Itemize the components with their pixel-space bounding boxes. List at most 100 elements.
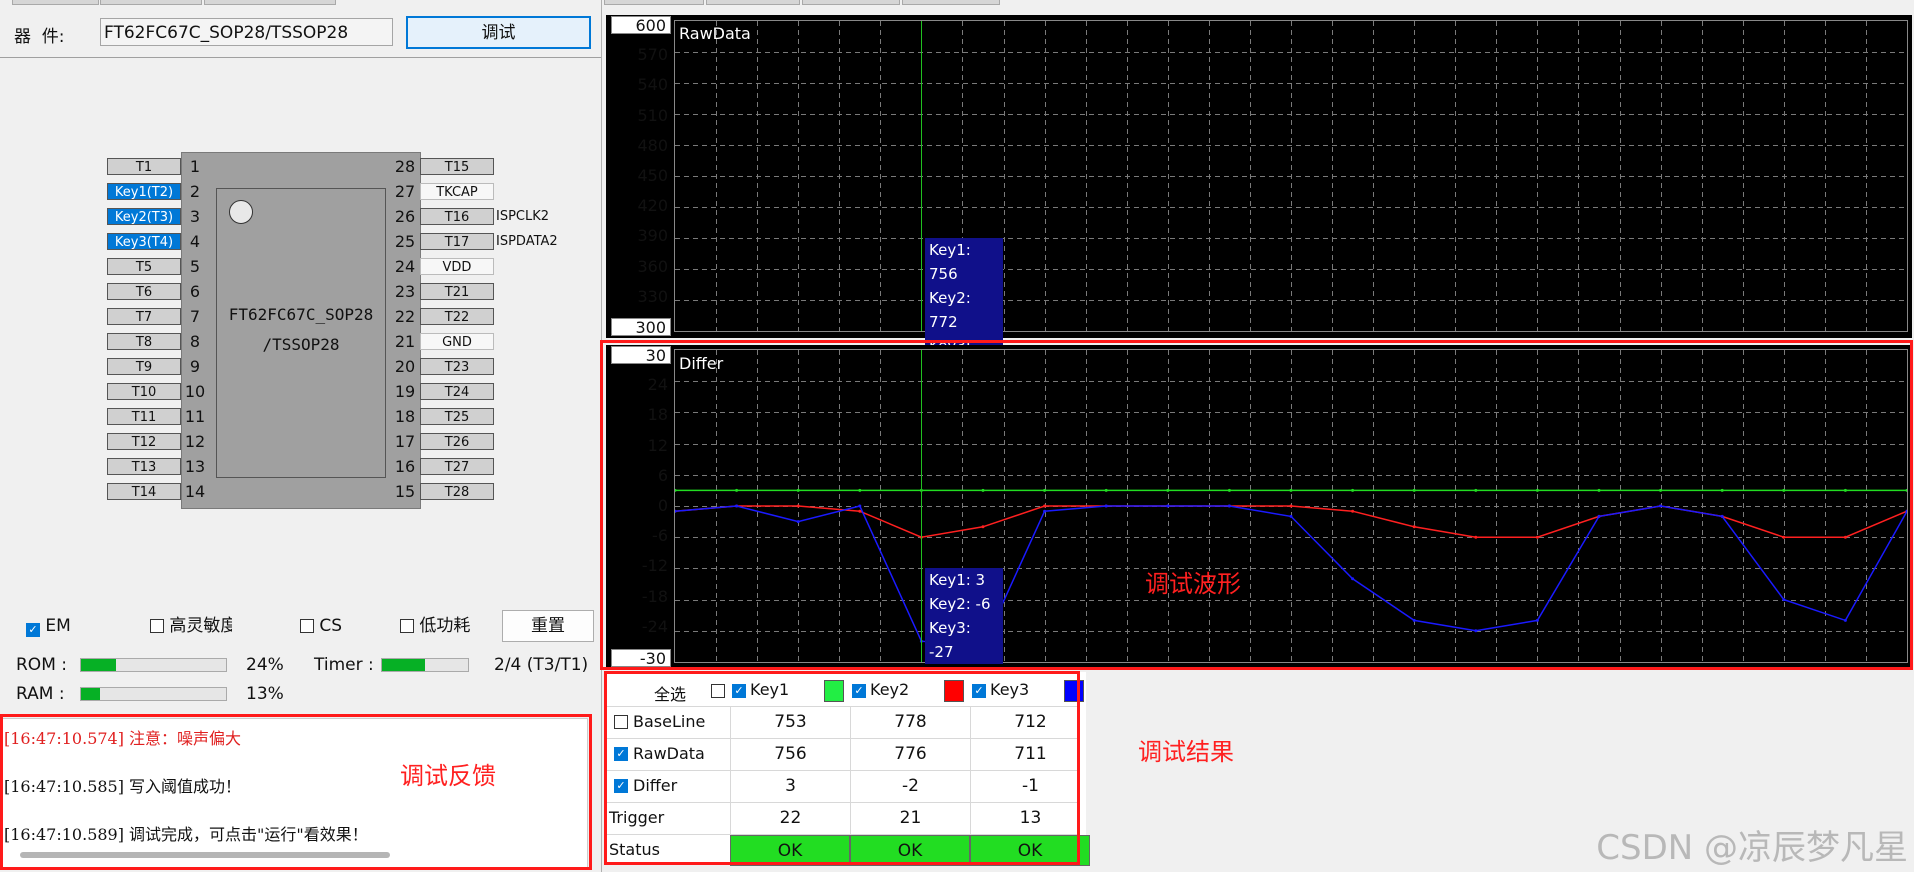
divider <box>0 57 601 58</box>
pin-number-24: 24 <box>394 257 416 276</box>
feedback-annotation: 调试反馈 <box>400 762 496 790</box>
pin-alt-function: ISPDATA2 <box>496 234 558 249</box>
pin-number-12: 12 <box>184 432 206 451</box>
raw-ymax-box[interactable]: 600 <box>611 16 671 34</box>
pin-left-4[interactable]: Key3(T4) <box>107 233 181 250</box>
pin-left-1[interactable]: T1 <box>107 158 181 175</box>
pin-number-8: 8 <box>189 332 201 351</box>
pin-left-11[interactable]: T11 <box>107 408 181 425</box>
timer-fill <box>382 659 425 671</box>
low-power-option[interactable]: 低功耗 <box>400 616 470 636</box>
pin-left-6[interactable]: T6 <box>107 283 181 300</box>
pin-number-4: 4 <box>189 232 201 251</box>
reset-button[interactable]: 重置 <box>502 610 594 642</box>
pin-right-17[interactable]: T26 <box>420 433 494 450</box>
ram-label: RAM : <box>16 684 65 704</box>
tab-strip-7[interactable] <box>902 0 1000 5</box>
chip-name: FT62FC67C_SOP28 /TSSOP28 <box>216 300 386 360</box>
high-sens-label: 高灵敏度 <box>169 616 232 636</box>
raw-y-tick: 420 <box>637 196 668 216</box>
cs-option[interactable]: CS <box>300 616 342 636</box>
device-field[interactable]: FT62FC67C_SOP28/TSSOP28 <box>100 18 393 46</box>
pin-number-19: 19 <box>394 382 416 401</box>
pin-right-23[interactable]: T21 <box>420 283 494 300</box>
raw-title: RawData <box>679 24 751 43</box>
pin-left-2[interactable]: Key1(T2) <box>107 183 181 200</box>
debug-button[interactable]: 调试 <box>406 16 591 49</box>
timer-label: Timer : <box>314 655 374 675</box>
low-power-checkbox[interactable] <box>400 619 414 633</box>
pin-right-18[interactable]: T25 <box>420 408 494 425</box>
pin-right-15[interactable]: T28 <box>420 483 494 500</box>
pin-right-28[interactable]: T15 <box>420 158 494 175</box>
high-sens-option[interactable]: 高灵敏度 <box>150 616 232 636</box>
pin-right-19[interactable]: T24 <box>420 383 494 400</box>
pin-left-8[interactable]: T8 <box>107 333 181 350</box>
result-highlight <box>604 671 1080 865</box>
tab-strip-3[interactable] <box>204 0 336 5</box>
rom-percent: 24% <box>246 655 284 675</box>
pin-left-14[interactable]: T14 <box>107 483 181 500</box>
ram-percent: 13% <box>246 684 284 704</box>
pin-left-10[interactable]: T10 <box>107 383 181 400</box>
raw-grid <box>675 21 1907 331</box>
pin-left-3[interactable]: Key2(T3) <box>107 208 181 225</box>
raw-y-tick: 510 <box>637 105 668 125</box>
raw-cursor-line <box>921 21 922 331</box>
result-annotation: 调试结果 <box>1138 738 1234 766</box>
pin-right-22[interactable]: T22 <box>420 308 494 325</box>
pin-number-1: 1 <box>189 157 201 176</box>
cs-label: CS <box>319 616 343 636</box>
raw-y-tick: 570 <box>637 45 668 65</box>
pin-number-15: 15 <box>394 482 416 501</box>
tab-strip-4[interactable] <box>604 0 704 5</box>
pin-right-24[interactable]: VDD <box>420 258 494 275</box>
pin-number-11: 11 <box>184 407 206 426</box>
timer-value: 2/4 (T3/T1) <box>494 655 589 675</box>
pin-left-7[interactable]: T7 <box>107 308 181 325</box>
tab-strip-2[interactable] <box>100 0 202 5</box>
cs-checkbox[interactable] <box>300 619 314 633</box>
pin-number-18: 18 <box>394 407 416 426</box>
pin-right-27[interactable]: TKCAP <box>420 183 494 200</box>
rom-bar <box>80 658 227 672</box>
tab-strip-6[interactable] <box>802 0 900 5</box>
device-label: 器 件: <box>14 27 65 47</box>
tab-strip-1[interactable] <box>12 0 99 5</box>
pin-number-10: 10 <box>184 382 206 401</box>
pin-number-23: 23 <box>394 282 416 301</box>
pin-number-22: 22 <box>394 307 416 326</box>
raw-y-tick: 330 <box>637 286 668 306</box>
chip-name-line1: FT62FC67C_SOP28 <box>228 305 374 324</box>
pin1-marker <box>229 200 253 224</box>
pin-right-21[interactable]: GND <box>420 333 494 350</box>
pin-number-7: 7 <box>189 307 201 326</box>
pin-left-12[interactable]: T12 <box>107 433 181 450</box>
raw-ymin-box[interactable]: 300 <box>611 318 671 336</box>
pin-number-20: 20 <box>394 357 416 376</box>
pin-alt-function: ISPCLK2 <box>496 209 550 224</box>
tab-strip-5[interactable] <box>706 0 800 5</box>
pin-left-5[interactable]: T5 <box>107 258 181 275</box>
pin-number-6: 6 <box>189 282 201 301</box>
pin-number-28: 28 <box>394 157 416 176</box>
window-controls <box>1760 0 1914 5</box>
pin-number-3: 3 <box>189 207 201 226</box>
em-checkbox[interactable]: ✓ <box>26 623 40 637</box>
pin-left-13[interactable]: T13 <box>107 458 181 475</box>
pin-number-27: 27 <box>394 182 416 201</box>
em-option[interactable]: ✓ EM <box>26 616 71 637</box>
ram-fill <box>81 688 100 700</box>
pin-right-26[interactable]: T16 <box>420 208 494 225</box>
rom-fill <box>81 659 116 671</box>
raw-y-tick: 360 <box>637 256 668 276</box>
pin-right-16[interactable]: T27 <box>420 458 494 475</box>
pin-left-9[interactable]: T9 <box>107 358 181 375</box>
high-sens-checkbox[interactable] <box>150 619 164 633</box>
pin-number-25: 25 <box>394 232 416 251</box>
pin-right-20[interactable]: T23 <box>420 358 494 375</box>
pin-number-2: 2 <box>189 182 201 201</box>
low-power-label: 低功耗 <box>419 616 471 636</box>
pin-number-26: 26 <box>394 207 416 226</box>
pin-right-25[interactable]: T17 <box>420 233 494 250</box>
